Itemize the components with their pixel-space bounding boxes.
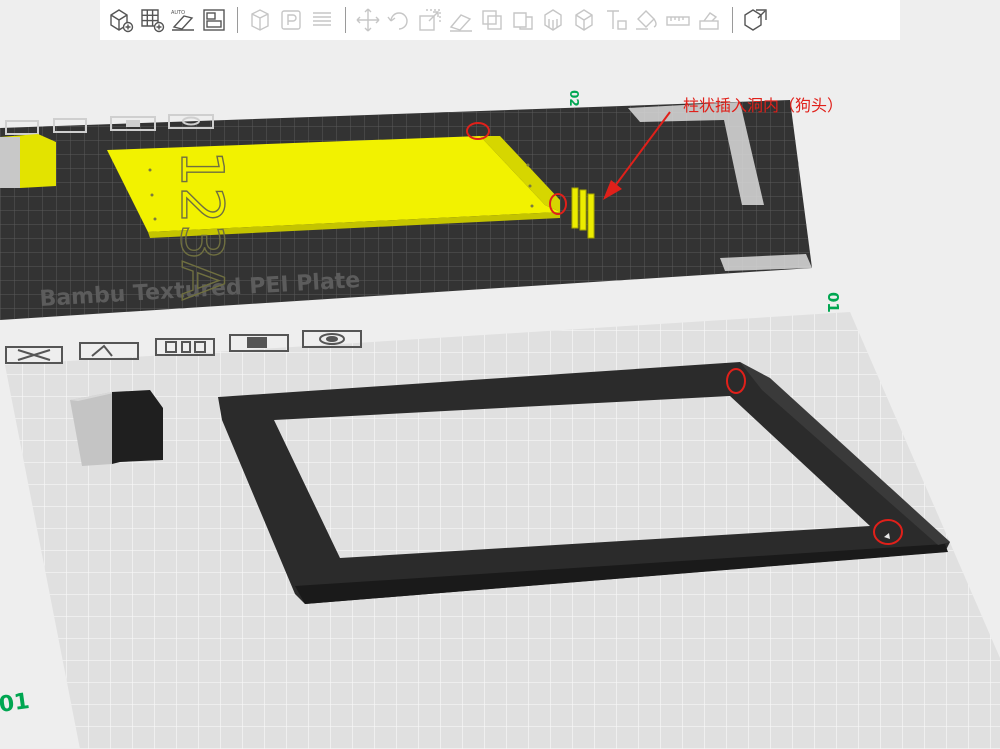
plate-1[interactable]: Bambu Textured PEI Plate 02 123A (0, 90, 820, 330)
side-block[interactable] (70, 390, 163, 466)
3d-viewport[interactable]: Bambu Textured PEI Plate 02 123A 01 01 (0, 0, 1000, 749)
plate-1-number: 02 (567, 90, 581, 107)
side-block-yellow[interactable] (0, 134, 56, 188)
plate-2-auto-orient-icon[interactable] (79, 342, 139, 360)
plate-3-number: 01 (0, 689, 31, 718)
plate-2-arrange-icon[interactable] (155, 338, 215, 356)
part-engraving: 123A (168, 150, 236, 301)
plate-2-close-icon[interactable] (5, 346, 63, 364)
annotation-text: 柱状插入洞内（狗头） (683, 96, 844, 115)
plate-2[interactable]: 01 (0, 292, 1000, 749)
plate-2-number: 01 (824, 292, 842, 313)
